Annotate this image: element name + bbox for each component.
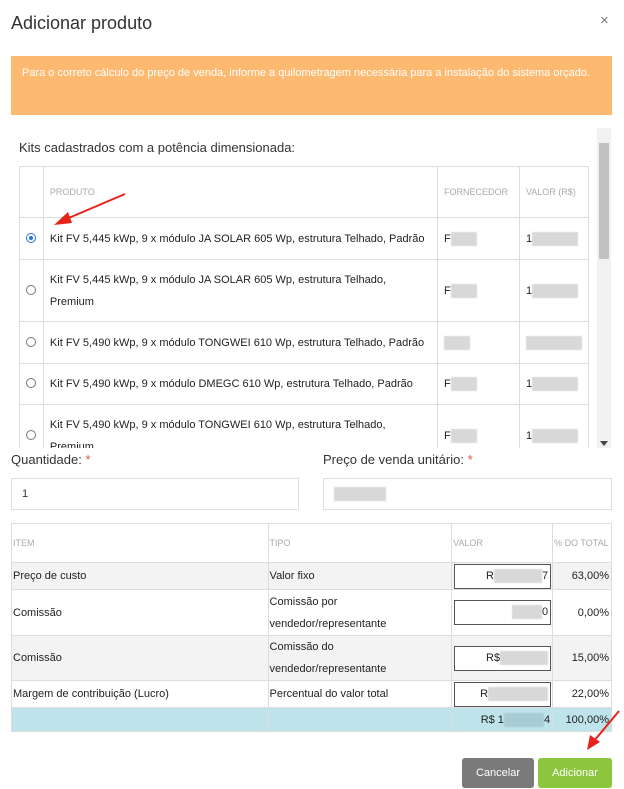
redacted-mask xyxy=(488,686,549,701)
redacted-mask xyxy=(450,231,477,246)
kit-product: Kit FV 5,490 kWp, 9 x módulo TONGWEI 610… xyxy=(42,404,439,448)
redacted-mask xyxy=(532,428,579,443)
kit-row[interactable]: Kit FV 5,490 kWp, 9 x módulo TONGWEI 610… xyxy=(19,404,589,448)
cost-item: Margem de contribuição (Lucro) xyxy=(11,680,269,708)
kits-scrollbar[interactable] xyxy=(597,128,611,448)
kits-label: Kits cadastrados com a potência dimensio… xyxy=(19,140,296,155)
redacted-mask xyxy=(450,283,477,298)
dialog-title: Adicionar produto xyxy=(11,13,153,33)
cost-percent: 15,00% xyxy=(552,635,612,681)
kit-value: 1 xyxy=(518,404,589,448)
kit-row[interactable]: Kit FV 5,490 kWp, 9 x módulo TONGWEI 610… xyxy=(19,321,589,364)
scroll-down-arrow-icon[interactable] xyxy=(600,441,608,446)
kit-radio[interactable] xyxy=(26,378,37,388)
kit-radio-selected[interactable] xyxy=(26,232,37,243)
kit-supplier: F xyxy=(437,363,520,405)
cost-percent: 22,00% xyxy=(552,680,612,708)
cost-table-container: ITEM TIPO VALOR % DO TOTAL Preço de cust… xyxy=(11,523,612,732)
kit-value: 1 xyxy=(518,217,589,260)
redacted-mask xyxy=(525,335,582,350)
cancel-button[interactable]: Cancelar xyxy=(462,758,534,788)
cost-value-input[interactable]: R$ xyxy=(454,645,552,671)
cost-percent: 0,00% xyxy=(552,589,612,636)
kit-product: Kit FV 5,490 kWp, 9 x módulo TONGWEI 610… xyxy=(42,321,439,364)
kit-row[interactable]: Kit FV 5,490 kWp, 9 x módulo DMEGC 610 W… xyxy=(19,363,589,405)
cost-percent: 63,00% xyxy=(552,562,612,590)
header-value: VALOR (R$) xyxy=(518,166,589,218)
cost-row: Margem de contribuição (Lucro) Percentua… xyxy=(11,680,612,708)
cost-type: Percentual do valor total xyxy=(267,680,453,708)
cost-total-row: R$ 14 100,00% xyxy=(11,707,612,732)
redacted-mask xyxy=(334,487,386,502)
redacted-mask xyxy=(532,377,579,392)
cost-type: Valor fixo xyxy=(267,562,453,590)
unit-price-label: Preço de venda unitário: * xyxy=(323,452,473,467)
kit-radio[interactable] xyxy=(26,284,37,295)
cost-value-input[interactable]: R xyxy=(454,681,552,707)
kit-value: 1 xyxy=(518,259,589,322)
redacted-mask xyxy=(493,568,542,583)
header-supplier: FORNECEDOR xyxy=(437,166,520,218)
header-value: VALOR xyxy=(451,523,554,563)
kit-value: 1 xyxy=(518,363,589,405)
cost-row: Comissão Comissão do vendedor/representa… xyxy=(11,635,612,681)
close-icon[interactable]: × xyxy=(600,12,609,29)
header-select xyxy=(19,166,44,218)
cost-row: Preço de custo Valor fixo R7 63,00% xyxy=(11,562,612,590)
add-button[interactable]: Adicionar xyxy=(538,758,612,788)
kit-supplier: F xyxy=(437,404,520,448)
info-alert: Para o correto cálculo do preço de venda… xyxy=(11,56,612,115)
kit-supplier: F xyxy=(437,259,520,322)
quantity-label: Quantidade: * xyxy=(11,452,91,467)
kit-supplier: F xyxy=(437,217,520,260)
unit-price-input[interactable] xyxy=(323,478,612,510)
redacted-mask xyxy=(450,377,477,392)
kit-radio[interactable] xyxy=(26,429,37,440)
kit-product: Kit FV 5,445 kWp, 9 x módulo JA SOLAR 60… xyxy=(42,259,439,322)
redacted-mask xyxy=(500,650,549,665)
cost-type: Comissão do vendedor/representante xyxy=(267,635,453,681)
header-item: ITEM xyxy=(11,523,269,563)
header-percent: % DO TOTAL xyxy=(552,523,612,563)
header-type: TIPO xyxy=(267,523,453,563)
annotation-arrow-icon xyxy=(587,710,620,750)
redacted-mask xyxy=(511,605,542,620)
annotation-arrow-icon xyxy=(54,193,126,225)
cost-value-input[interactable]: 0 xyxy=(454,600,552,625)
cost-value-input[interactable]: R7 xyxy=(454,563,552,589)
redacted-mask xyxy=(532,231,579,246)
total-value: R$ 14 xyxy=(451,707,554,732)
cost-item: Comissão xyxy=(11,589,269,636)
cost-item: Comissão xyxy=(11,635,269,681)
kit-radio[interactable] xyxy=(26,336,37,347)
kit-product: Kit FV 5,490 kWp, 9 x módulo DMEGC 610 W… xyxy=(42,363,439,405)
cost-item: Preço de custo xyxy=(11,562,269,590)
redacted-mask xyxy=(444,335,470,350)
kit-supplier xyxy=(437,321,520,364)
redacted-mask xyxy=(450,428,477,443)
cost-type: Comissão por vendedor/representante xyxy=(267,589,453,636)
redacted-mask xyxy=(503,712,544,727)
kit-value xyxy=(518,321,589,364)
redacted-mask xyxy=(532,283,579,298)
kit-row[interactable]: Kit FV 5,445 kWp, 9 x módulo JA SOLAR 60… xyxy=(19,259,589,322)
cost-row: Comissão Comissão por vendedor/represent… xyxy=(11,589,612,636)
scrollbar-thumb[interactable] xyxy=(599,143,609,259)
cost-table: ITEM TIPO VALOR % DO TOTAL Preço de cust… xyxy=(11,523,612,732)
cost-header-row: ITEM TIPO VALOR % DO TOTAL xyxy=(11,523,612,563)
quantity-input[interactable]: 1 xyxy=(11,478,299,510)
